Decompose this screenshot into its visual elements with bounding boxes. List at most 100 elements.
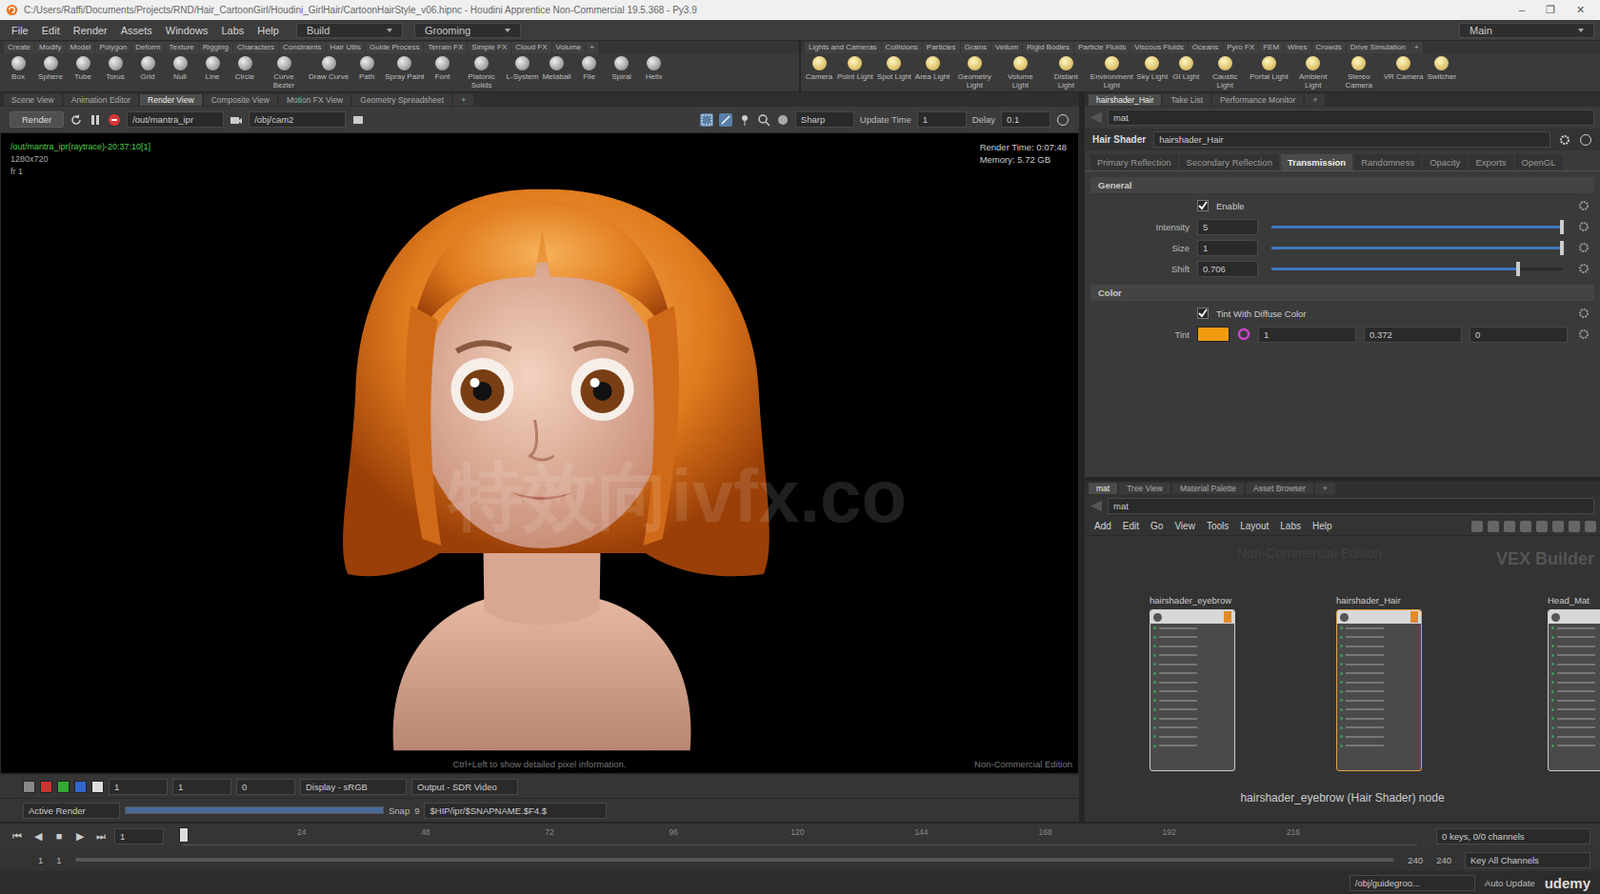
- window-control-button[interactable]: ✕: [1576, 3, 1585, 17]
- menu-item[interactable]: Layout: [1234, 519, 1275, 534]
- shelf-tool[interactable]: Geometry Light: [953, 56, 996, 90]
- folder-tab[interactable]: Opacity: [1422, 154, 1467, 171]
- toolbar-icon[interactable]: [1552, 520, 1564, 533]
- window-control-button[interactable]: ❐: [1545, 3, 1556, 17]
- toolbar-icon[interactable]: [1568, 520, 1580, 533]
- toolbar-icon[interactable]: [1503, 520, 1516, 533]
- color-component-field[interactable]: 1: [1258, 326, 1357, 343]
- shelf-tab[interactable]: Hair Utils: [326, 41, 365, 54]
- shelf-tab[interactable]: FEM: [1259, 41, 1283, 54]
- add-pane-tab-button[interactable]: +: [453, 94, 474, 106]
- shelf-tool[interactable]: Stereo Camera: [1338, 56, 1380, 90]
- gear-icon[interactable]: [1577, 199, 1591, 213]
- back-icon[interactable]: [1090, 500, 1102, 513]
- playback-button[interactable]: ◀: [30, 830, 46, 843]
- pane-tab[interactable]: Performance Monitor: [1212, 94, 1303, 106]
- render-button[interactable]: Render: [9, 111, 64, 128]
- shelf-tool[interactable]: L-System: [506, 56, 540, 81]
- gear-icon[interactable]: [1558, 133, 1572, 147]
- shelf-tab[interactable]: Wires: [1283, 41, 1311, 54]
- shelf-tool[interactable]: Portal Light: [1249, 56, 1288, 81]
- shelf-tab[interactable]: Terrain FX: [423, 41, 467, 54]
- shelf-tool[interactable]: Line: [198, 56, 227, 81]
- shelf-tab[interactable]: Rigging: [199, 41, 233, 54]
- region-icon[interactable]: [700, 113, 714, 127]
- shelf-tool[interactable]: Distant Light: [1044, 56, 1087, 90]
- menu-item[interactable]: Edit: [1117, 519, 1145, 534]
- section-header[interactable]: General: [1090, 177, 1595, 194]
- pane-tab[interactable]: Material Palette: [1172, 482, 1244, 495]
- playback-button[interactable]: ■: [51, 830, 67, 842]
- gear-icon[interactable]: [1577, 240, 1591, 255]
- color-component-field[interactable]: 0: [1469, 326, 1568, 343]
- shelf-tab[interactable]: Collisions: [881, 41, 922, 54]
- update-time-field[interactable]: 1: [917, 111, 967, 128]
- menu-item[interactable]: Tools: [1200, 519, 1235, 534]
- shelf-tool[interactable]: Path: [352, 56, 381, 81]
- toolbar-icon[interactable]: [1520, 520, 1532, 533]
- shelf-tab[interactable]: Vellum: [991, 41, 1022, 54]
- menu-item[interactable]: Help: [251, 22, 285, 39]
- menu-item[interactable]: Labs: [1274, 519, 1307, 534]
- shader-node[interactable]: hairshader_Hair: [1336, 595, 1422, 772]
- color-component-field[interactable]: 0.372: [1363, 326, 1462, 343]
- shelf-tab[interactable]: Guide Process: [365, 41, 423, 54]
- main-desktop-dropdown[interactable]: Main: [1459, 22, 1595, 39]
- display-dropdown[interactable]: Display - sRGB: [300, 779, 407, 796]
- add-shelf-button[interactable]: +: [585, 41, 599, 54]
- pin-icon[interactable]: [738, 113, 752, 127]
- shelf-tab[interactable]: Particles: [922, 41, 960, 54]
- pause-icon[interactable]: [88, 113, 102, 127]
- pane-tab[interactable]: Motion FX View: [279, 94, 351, 106]
- sphere-icon[interactable]: [776, 113, 790, 127]
- red-channel-icon[interactable]: [40, 780, 53, 794]
- shelf-tool[interactable]: Sky Light: [1136, 56, 1168, 81]
- blue-channel-icon[interactable]: [74, 780, 87, 794]
- toolbar-icon[interactable]: [1584, 520, 1597, 533]
- network-canvas[interactable]: Non-Commercial Edition VEX Builder hairs…: [1084, 536, 1600, 822]
- toolbar-icon[interactable]: [1471, 520, 1483, 533]
- shelf-tab[interactable]: Rigid Bodies: [1022, 41, 1074, 54]
- shelf-tab[interactable]: Cloud FX: [511, 41, 551, 54]
- snapshot-path-field[interactable]: $HIP/ipr/$SNAPNAME.$F4.$: [423, 802, 607, 820]
- pane-tab[interactable]: Geometry Spreadsheet: [352, 94, 452, 106]
- add-pane-tab-button[interactable]: +: [1304, 94, 1325, 106]
- shelf-tool[interactable]: Null: [165, 56, 195, 81]
- value-field[interactable]: 0.706: [1197, 260, 1259, 278]
- shelf-tool[interactable]: Caustic Light: [1203, 56, 1246, 90]
- shelf-tool[interactable]: Torus: [100, 56, 130, 81]
- shelf-tool[interactable]: GI Light: [1171, 56, 1200, 81]
- render-viewport[interactable]: /out/mantra_ipr(raytrace)-20:37:10[1]128…: [0, 132, 1080, 775]
- shelf-tool[interactable]: Metaball: [541, 56, 571, 81]
- shelf-tab[interactable]: Volume: [552, 41, 586, 54]
- viewport-field[interactable]: 1: [108, 779, 168, 796]
- gear-icon[interactable]: [1577, 327, 1591, 341]
- range-start[interactable]: 1: [38, 855, 43, 866]
- slider[interactable]: [1271, 225, 1562, 229]
- menu-item[interactable]: Render: [67, 22, 114, 39]
- shelf-tool[interactable]: Area Light: [915, 56, 950, 81]
- menu-item[interactable]: View: [1168, 519, 1201, 534]
- snapshot-slider[interactable]: [124, 806, 384, 815]
- delay-field[interactable]: 0.1: [1000, 111, 1051, 128]
- shelf-tab[interactable]: Texture: [165, 41, 199, 54]
- shelf-tab[interactable]: Viscous Fluids: [1130, 41, 1187, 54]
- shelf-tool[interactable]: Curve Bezier: [262, 56, 305, 90]
- playback-button[interactable]: ▶: [72, 830, 88, 843]
- shelf-tool[interactable]: Point Light: [837, 56, 874, 81]
- menu-item[interactable]: File: [5, 22, 35, 39]
- playback-button[interactable]: ⏭: [93, 830, 109, 843]
- menu-item[interactable]: Add: [1088, 519, 1118, 534]
- shelf-tab[interactable]: Create: [3, 41, 35, 54]
- menu-item[interactable]: Assets: [115, 22, 159, 39]
- shelf-tool[interactable]: Environment Light: [1090, 56, 1133, 90]
- track-icon[interactable]: [719, 113, 733, 127]
- viewport-field[interactable]: 1: [172, 779, 232, 796]
- shelf-tool[interactable]: Spray Paint: [384, 56, 424, 81]
- shelf-tool[interactable]: Helix: [640, 56, 669, 81]
- pane-tab[interactable]: hairshader_Hair: [1088, 94, 1161, 106]
- status-path[interactable]: /obj/guidegroo...: [1349, 875, 1476, 892]
- shelf-tool[interactable]: Camera: [804, 56, 834, 81]
- green-channel-icon[interactable]: [57, 780, 70, 794]
- node-name-field[interactable]: hairshader_Hair: [1153, 131, 1551, 148]
